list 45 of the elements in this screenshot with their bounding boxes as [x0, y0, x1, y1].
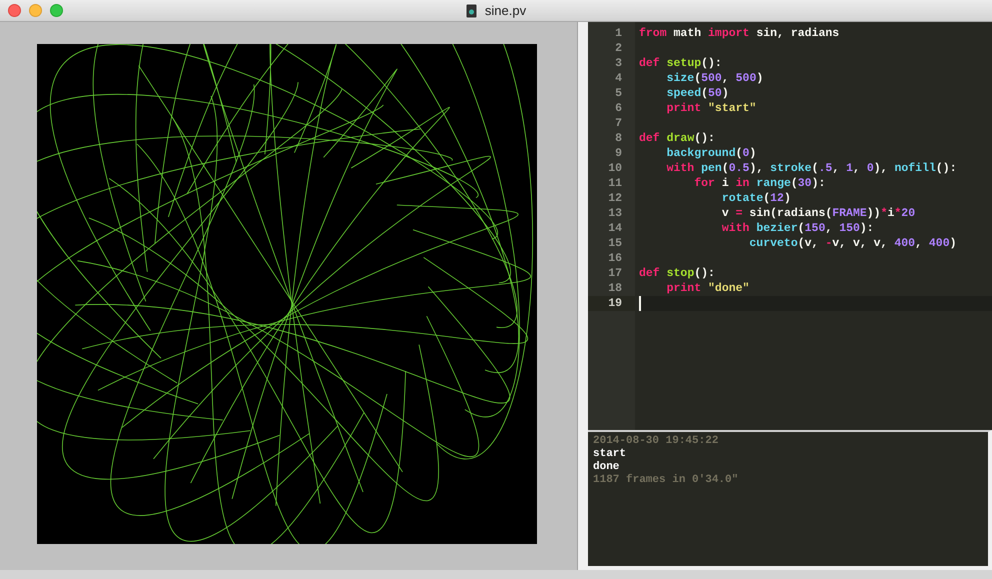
- console-line: start: [593, 448, 628, 461]
- minimize-button[interactable]: [29, 4, 42, 17]
- code-line: speed(50): [666, 86, 729, 101]
- line-number: 6: [614, 101, 623, 116]
- line-number: 14: [607, 221, 623, 236]
- line-number: 5: [614, 86, 623, 101]
- code-line: curveto(v, -v, v, v, 400, 400): [749, 236, 957, 251]
- code-line: with pen(0.5), stroke(.5, 1, 0), nofill():: [666, 161, 957, 176]
- line-number: 8: [614, 131, 623, 146]
- line-number: 7: [614, 116, 623, 131]
- line-number: 16: [607, 251, 623, 266]
- code-line: def setup():: [639, 56, 722, 71]
- console-line: 2014-08-30 19:45:22: [593, 435, 720, 448]
- code-line: print "done": [666, 281, 750, 296]
- code-line: for i in range(30):: [694, 176, 826, 191]
- line-number: 11: [607, 176, 623, 191]
- line-number: 10: [607, 161, 623, 176]
- code-line: v = sin(radians(FRAME))*i*20: [722, 206, 916, 221]
- code-line: def draw():: [639, 131, 715, 146]
- code-line: with bezier(150, 150):: [722, 221, 874, 236]
- line-number: 17: [607, 266, 623, 281]
- line-number: 3: [614, 56, 623, 71]
- window-title: sine.pv: [484, 2, 526, 20]
- code-line: size(500, 500): [666, 71, 764, 86]
- code-line: from math import sin, radians: [639, 26, 840, 41]
- console-line: 1187 frames in 0'34.0": [593, 474, 740, 487]
- line-number: 12: [607, 191, 623, 206]
- line-number: 15: [607, 236, 623, 251]
- console-line: done: [593, 461, 620, 474]
- text-cursor: [639, 296, 641, 311]
- line-number: 2: [614, 41, 623, 56]
- code-line: rotate(12): [722, 191, 791, 206]
- code-line: background(0): [666, 146, 756, 161]
- line-number: 13: [607, 206, 623, 221]
- code-line: print "start": [666, 101, 756, 116]
- splitter-bar[interactable]: [577, 22, 588, 570]
- line-number: 19: [588, 296, 635, 311]
- line-number: 1: [614, 26, 623, 41]
- document-icon: [466, 4, 477, 18]
- line-number: 4: [614, 71, 623, 86]
- line-number: 18: [607, 281, 623, 296]
- close-button[interactable]: [8, 4, 21, 17]
- line-number: 9: [614, 146, 623, 161]
- zoom-button[interactable]: [50, 4, 63, 17]
- code-line: def stop():: [639, 266, 715, 281]
